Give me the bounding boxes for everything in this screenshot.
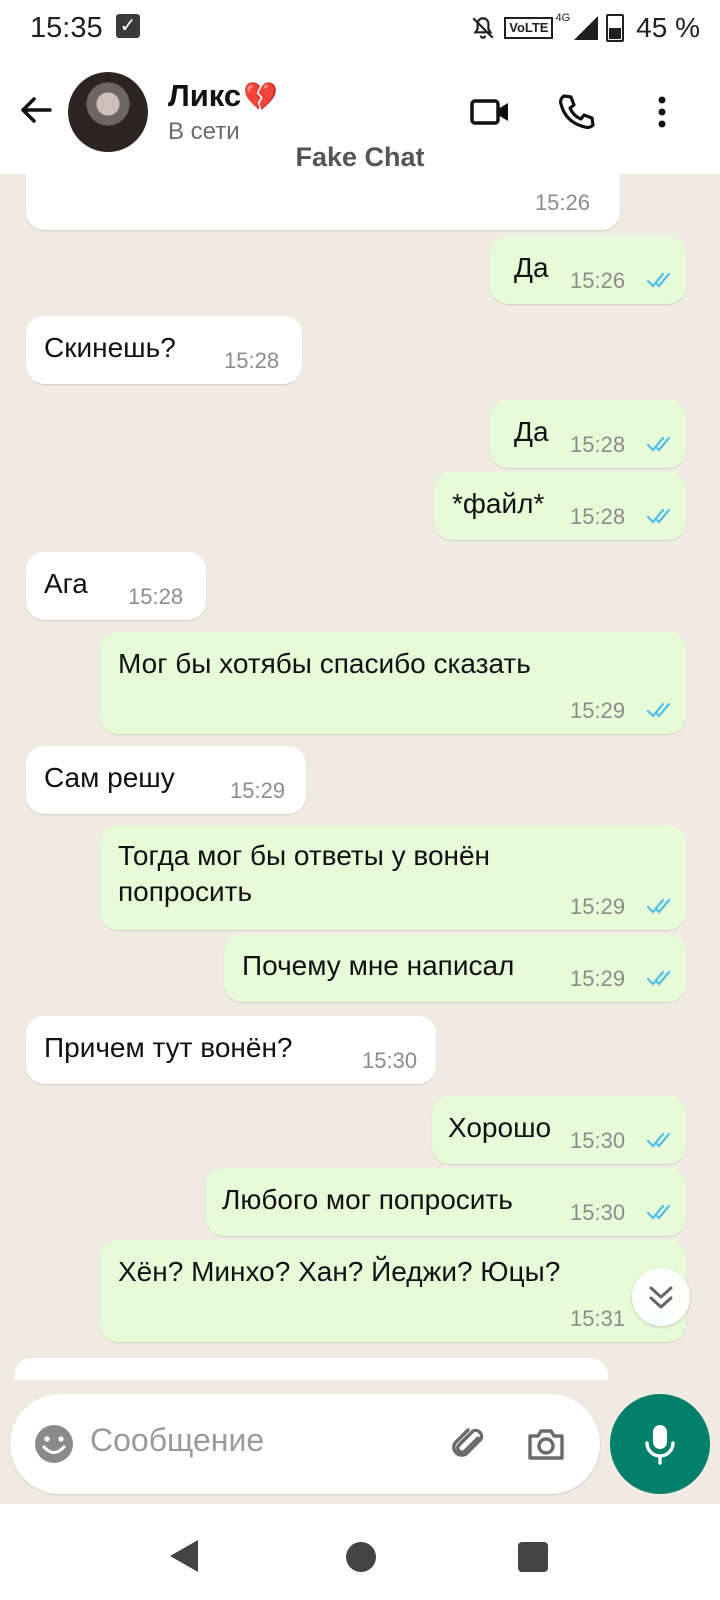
battery-icon (606, 14, 625, 42)
message-bubble-incoming[interactable]: Причем тут вонён? 15:30 (26, 1016, 436, 1084)
message-time: 15:31 (570, 1306, 626, 1331)
message-time: 15:28 (224, 348, 280, 373)
message-text: Хорошо (448, 1112, 552, 1143)
message-bubble-outgoing[interactable]: Тогда мог бы ответы у вонён попросить 15… (100, 826, 686, 930)
video-call-icon[interactable] (468, 90, 512, 134)
message-text: Да (514, 416, 549, 447)
message-text: Скинешь? (44, 332, 176, 363)
message-text: *файл* (452, 488, 545, 519)
network-type: 4G (555, 12, 571, 24)
status-bar: 15:35 ✓ VoLTE 4G 45 % (0, 0, 720, 56)
message-time: 15:29 (570, 966, 626, 991)
message-bubble-outgoing[interactable]: Почему мне написал 15:29 (224, 934, 686, 1002)
message-input-bar[interactable]: Сообщение (10, 1394, 600, 1494)
message-bubble-outgoing[interactable]: *файл* 15:28 (434, 472, 686, 540)
checkbox-notification-icon: ✓ (116, 14, 140, 38)
message-time: 15:26 (534, 190, 590, 215)
contact-avatar[interactable] (68, 72, 148, 152)
nav-home-icon[interactable] (346, 1542, 376, 1572)
double-check-icon (646, 702, 671, 718)
message-time: 15:28 (570, 504, 626, 529)
status-time: 15:35 (30, 12, 103, 44)
message-bubble-incoming[interactable]: 15:26 (26, 174, 620, 230)
message-text: Причем тут вонён? (44, 1032, 293, 1063)
message-text: Ага (44, 568, 88, 599)
message-time: 15:28 (128, 584, 184, 609)
double-check-icon (646, 436, 671, 452)
muted-bell-icon (472, 17, 494, 39)
message-bubble-incoming[interactable]: Скинешь? 15:28 (26, 316, 302, 384)
voice-message-button[interactable] (610, 1394, 710, 1494)
message-time: 15:28 (570, 432, 626, 457)
volte-badge: VoLTE (504, 17, 554, 39)
nav-recents-icon[interactable] (518, 1542, 548, 1572)
message-text: Тогда мог бы ответы у вонён попросить (118, 840, 491, 907)
message-time: 15:26 (570, 268, 626, 293)
message-list[interactable]: 15:26 Да 15:26 Скинешь? 15:28 Да 15:28 *… (0, 174, 720, 1380)
status-indicators: VoLTE 4G 45 % (470, 10, 700, 46)
message-time: 15:29 (230, 778, 286, 803)
message-time: 15:29 (570, 894, 626, 919)
broken-heart-icon: 💔 (243, 81, 279, 112)
message-text: Мог бы хотябы спасибо сказать (118, 648, 531, 679)
message-bubble-outgoing[interactable]: Да 15:26 (490, 236, 686, 304)
nav-back-icon[interactable] (170, 1540, 198, 1572)
message-bubble-outgoing[interactable]: Хорошо 15:30 (432, 1096, 686, 1164)
microphone-icon (645, 1425, 675, 1465)
message-text: Сам решу (44, 762, 175, 793)
double-chevron-down-icon (649, 1286, 673, 1309)
message-time: 15:30 (362, 1048, 418, 1073)
message-text: Хён? Минхо? Хан? Йеджи? Юцы? (118, 1256, 561, 1287)
phone-call-icon[interactable] (554, 90, 598, 134)
double-check-icon (646, 898, 671, 914)
camera-icon[interactable] (524, 1422, 568, 1466)
message-bubble-outgoing[interactable]: Любого мог попросить 15:30 (206, 1168, 686, 1236)
message-text: Любого мог попросить (222, 1184, 513, 1215)
double-check-icon (646, 1132, 671, 1148)
back-arrow-icon[interactable] (16, 90, 56, 130)
fake-chat-watermark: Fake Chat (295, 142, 425, 172)
double-check-icon (646, 272, 671, 288)
message-time: 15:30 (570, 1128, 626, 1153)
attach-paperclip-icon[interactable] (448, 1422, 492, 1466)
double-check-icon (646, 970, 671, 986)
more-options-icon[interactable] (640, 90, 684, 134)
message-text: Почему мне написал (242, 950, 515, 981)
message-text: Да (514, 252, 549, 283)
message-bubble-incoming[interactable] (14, 1358, 608, 1380)
contact-name-text: Ликс (168, 78, 242, 113)
contact-name[interactable]: Ликс💔 (168, 78, 278, 114)
double-check-icon (646, 508, 671, 524)
system-navigation-bar (0, 1504, 720, 1600)
signal-icon (574, 16, 599, 40)
battery-percent: 45 % (636, 12, 700, 43)
double-check-icon (646, 1204, 671, 1220)
scroll-to-bottom-button[interactable] (632, 1268, 690, 1326)
message-time: 15:30 (570, 1200, 626, 1225)
message-bubble-incoming[interactable]: Сам решу 15:29 (26, 746, 306, 814)
message-bubble-outgoing[interactable]: Хён? Минхо? Хан? Йеджи? Юцы? 15:31 (100, 1240, 686, 1342)
message-bubble-outgoing[interactable]: Мог бы хотябы спасибо сказать 15:29 (100, 632, 686, 734)
message-bubble-outgoing[interactable]: Да 15:28 (490, 400, 686, 468)
message-bubble-incoming[interactable]: Ага 15:28 (26, 552, 206, 620)
emoji-icon[interactable] (32, 1422, 76, 1466)
message-time: 15:29 (570, 698, 626, 723)
message-input[interactable]: Сообщение (90, 1422, 264, 1459)
